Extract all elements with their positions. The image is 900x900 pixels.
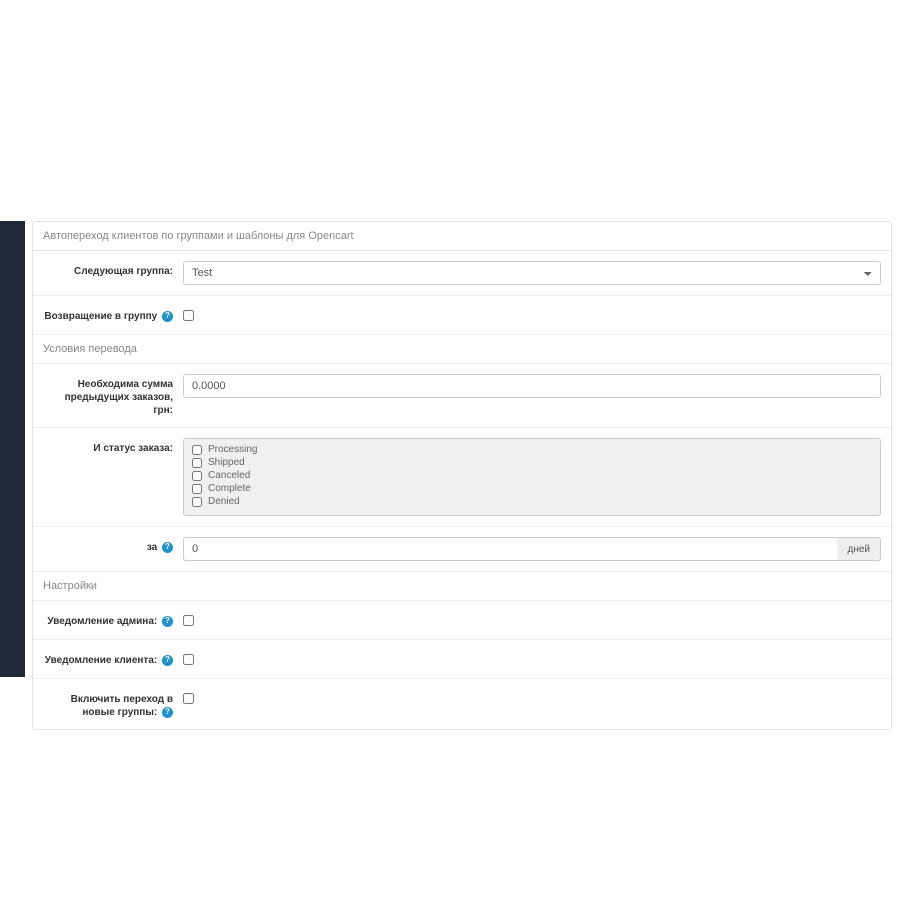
order-status-row: И статус заказа: Processing Shipped Canc… — [33, 428, 891, 527]
admin-notify-row: Уведомление админа: ? — [33, 601, 891, 640]
help-icon[interactable]: ? — [162, 542, 173, 553]
client-notify-checkbox[interactable] — [183, 654, 194, 665]
status-checkbox[interactable] — [192, 471, 202, 481]
required-sum-label: Необходима сумма предыдущих заказов, грн… — [43, 374, 183, 417]
status-option[interactable]: Denied — [192, 495, 872, 508]
help-icon[interactable]: ? — [162, 655, 173, 666]
status-option[interactable]: Processing — [192, 443, 872, 456]
collapsed-sidebar — [0, 221, 25, 677]
period-input[interactable] — [183, 537, 837, 561]
status-checkbox[interactable] — [192, 445, 202, 455]
help-icon[interactable]: ? — [162, 707, 173, 718]
return-group-row: Возвращение в группу ? — [33, 296, 891, 335]
return-group-checkbox[interactable] — [183, 310, 194, 321]
status-checkbox[interactable] — [192, 497, 202, 507]
next-group-select[interactable]: Test — [183, 261, 881, 285]
status-option[interactable]: Shipped — [192, 456, 872, 469]
status-listbox[interactable]: Processing Shipped Canceled Complete — [183, 438, 881, 516]
enable-transition-label: Включить переход в новые группы: ? — [43, 689, 183, 719]
status-option[interactable]: Canceled — [192, 469, 872, 482]
enable-transition-row: Включить переход в новые группы: ? — [33, 679, 891, 729]
period-row: за ? дней — [33, 527, 891, 572]
order-status-label: И статус заказа: — [43, 438, 183, 455]
required-sum-row: Необходима сумма предыдущих заказов, грн… — [33, 364, 891, 428]
status-checkbox[interactable] — [192, 484, 202, 494]
client-notify-label: Уведомление клиента: ? — [43, 650, 183, 667]
client-notify-row: Уведомление клиента: ? — [33, 640, 891, 679]
next-group-row: Следующая группа: Test — [33, 251, 891, 296]
next-group-label: Следующая группа: — [43, 261, 183, 278]
settings-heading: Настройки — [33, 572, 891, 601]
return-group-label: Возвращение в группу ? — [43, 306, 183, 323]
help-icon[interactable]: ? — [162, 616, 173, 627]
help-icon[interactable]: ? — [162, 311, 173, 322]
period-unit: дней — [837, 537, 881, 561]
settings-panel: Автопереход клиентов по группами и шабло… — [32, 221, 892, 730]
required-sum-input[interactable] — [183, 374, 881, 398]
main-content: Автопереход клиентов по группами и шабло… — [32, 221, 892, 730]
enable-transition-checkbox[interactable] — [183, 693, 194, 704]
admin-notify-checkbox[interactable] — [183, 615, 194, 626]
conditions-heading: Условия перевода — [33, 335, 891, 364]
panel-title: Автопереход клиентов по группами и шабло… — [33, 222, 891, 251]
admin-notify-label: Уведомление админа: ? — [43, 611, 183, 628]
status-option[interactable]: Complete — [192, 482, 872, 495]
status-checkbox[interactable] — [192, 458, 202, 468]
period-label: за ? — [43, 537, 183, 554]
